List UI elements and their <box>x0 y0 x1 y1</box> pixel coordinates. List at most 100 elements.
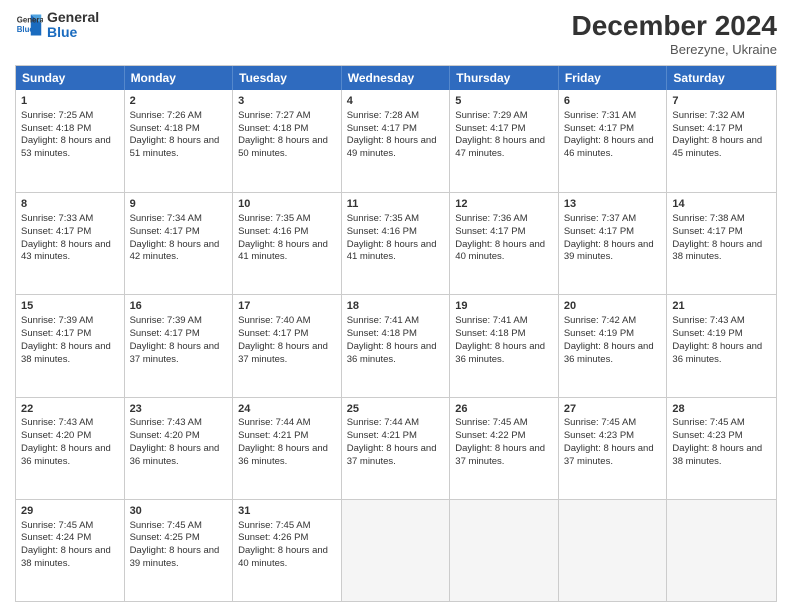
sunset-text: Sunset: 4:18 PM <box>130 123 228 136</box>
calendar-cell: 5Sunrise: 7:29 AMSunset: 4:17 PMDaylight… <box>450 90 559 192</box>
calendar-cell: 31Sunrise: 7:45 AMSunset: 4:26 PMDayligh… <box>233 500 342 601</box>
calendar-cell: 2Sunrise: 7:26 AMSunset: 4:18 PMDaylight… <box>125 90 234 192</box>
logo-text-general: General <box>47 10 99 25</box>
daylight-text: Daylight: 8 hours and 36 minutes. <box>455 341 553 367</box>
day-number: 10 <box>238 197 336 212</box>
calendar-cell: 22Sunrise: 7:43 AMSunset: 4:20 PMDayligh… <box>16 398 125 499</box>
day-number: 19 <box>455 299 553 314</box>
daylight-text: Daylight: 8 hours and 37 minutes. <box>564 443 662 469</box>
calendar-cell: 4Sunrise: 7:28 AMSunset: 4:17 PMDaylight… <box>342 90 451 192</box>
day-header-sunday: Sunday <box>16 66 125 90</box>
calendar-cell: 18Sunrise: 7:41 AMSunset: 4:18 PMDayligh… <box>342 295 451 396</box>
daylight-text: Daylight: 8 hours and 38 minutes. <box>21 545 119 571</box>
sunset-text: Sunset: 4:17 PM <box>455 226 553 239</box>
sunrise-text: Sunrise: 7:36 AM <box>455 213 553 226</box>
sunrise-text: Sunrise: 7:44 AM <box>238 417 336 430</box>
day-number: 17 <box>238 299 336 314</box>
daylight-text: Daylight: 8 hours and 38 minutes. <box>21 341 119 367</box>
day-number: 24 <box>238 402 336 417</box>
calendar-cell <box>667 500 776 601</box>
day-number: 16 <box>130 299 228 314</box>
calendar-row: 15Sunrise: 7:39 AMSunset: 4:17 PMDayligh… <box>16 294 776 396</box>
calendar-cell: 13Sunrise: 7:37 AMSunset: 4:17 PMDayligh… <box>559 193 668 294</box>
sunset-text: Sunset: 4:17 PM <box>21 328 119 341</box>
sunset-text: Sunset: 4:17 PM <box>564 123 662 136</box>
sunrise-text: Sunrise: 7:34 AM <box>130 213 228 226</box>
day-number: 29 <box>21 504 119 519</box>
day-header-wednesday: Wednesday <box>342 66 451 90</box>
calendar-cell: 26Sunrise: 7:45 AMSunset: 4:22 PMDayligh… <box>450 398 559 499</box>
sunrise-text: Sunrise: 7:45 AM <box>455 417 553 430</box>
sunset-text: Sunset: 4:17 PM <box>130 226 228 239</box>
day-header-tuesday: Tuesday <box>233 66 342 90</box>
calendar-cell: 16Sunrise: 7:39 AMSunset: 4:17 PMDayligh… <box>125 295 234 396</box>
calendar-body: 1Sunrise: 7:25 AMSunset: 4:18 PMDaylight… <box>16 90 776 601</box>
calendar-cell: 29Sunrise: 7:45 AMSunset: 4:24 PMDayligh… <box>16 500 125 601</box>
daylight-text: Daylight: 8 hours and 36 minutes. <box>347 341 445 367</box>
day-header-friday: Friday <box>559 66 668 90</box>
day-number: 12 <box>455 197 553 212</box>
day-number: 5 <box>455 94 553 109</box>
sunrise-text: Sunrise: 7:35 AM <box>347 213 445 226</box>
day-number: 7 <box>672 94 771 109</box>
header: General Blue General Blue December 2024 … <box>15 10 777 57</box>
calendar-cell: 27Sunrise: 7:45 AMSunset: 4:23 PMDayligh… <box>559 398 668 499</box>
calendar-cell: 11Sunrise: 7:35 AMSunset: 4:16 PMDayligh… <box>342 193 451 294</box>
daylight-text: Daylight: 8 hours and 49 minutes. <box>347 135 445 161</box>
sunset-text: Sunset: 4:23 PM <box>672 430 771 443</box>
sunset-text: Sunset: 4:16 PM <box>238 226 336 239</box>
day-number: 23 <box>130 402 228 417</box>
sunrise-text: Sunrise: 7:38 AM <box>672 213 771 226</box>
day-header-thursday: Thursday <box>450 66 559 90</box>
daylight-text: Daylight: 8 hours and 50 minutes. <box>238 135 336 161</box>
sunrise-text: Sunrise: 7:35 AM <box>238 213 336 226</box>
calendar-cell: 12Sunrise: 7:36 AMSunset: 4:17 PMDayligh… <box>450 193 559 294</box>
day-header-monday: Monday <box>125 66 234 90</box>
daylight-text: Daylight: 8 hours and 51 minutes. <box>130 135 228 161</box>
sunset-text: Sunset: 4:21 PM <box>238 430 336 443</box>
calendar-cell: 1Sunrise: 7:25 AMSunset: 4:18 PMDaylight… <box>16 90 125 192</box>
logo-text-blue: Blue <box>47 25 99 40</box>
daylight-text: Daylight: 8 hours and 40 minutes. <box>455 239 553 265</box>
sunset-text: Sunset: 4:17 PM <box>347 123 445 136</box>
calendar-cell <box>342 500 451 601</box>
sunset-text: Sunset: 4:17 PM <box>238 328 336 341</box>
calendar-cell: 30Sunrise: 7:45 AMSunset: 4:25 PMDayligh… <box>125 500 234 601</box>
calendar-row: 29Sunrise: 7:45 AMSunset: 4:24 PMDayligh… <box>16 499 776 601</box>
calendar-cell: 28Sunrise: 7:45 AMSunset: 4:23 PMDayligh… <box>667 398 776 499</box>
day-header-saturday: Saturday <box>667 66 776 90</box>
daylight-text: Daylight: 8 hours and 39 minutes. <box>564 239 662 265</box>
sunrise-text: Sunrise: 7:45 AM <box>672 417 771 430</box>
day-number: 20 <box>564 299 662 314</box>
sunrise-text: Sunrise: 7:28 AM <box>347 110 445 123</box>
sunset-text: Sunset: 4:17 PM <box>455 123 553 136</box>
sunset-text: Sunset: 4:18 PM <box>238 123 336 136</box>
sunrise-text: Sunrise: 7:39 AM <box>21 315 119 328</box>
sunrise-text: Sunrise: 7:32 AM <box>672 110 771 123</box>
sunrise-text: Sunrise: 7:45 AM <box>564 417 662 430</box>
logo-icon: General Blue <box>15 11 43 39</box>
calendar-cell: 23Sunrise: 7:43 AMSunset: 4:20 PMDayligh… <box>125 398 234 499</box>
calendar-cell: 15Sunrise: 7:39 AMSunset: 4:17 PMDayligh… <box>16 295 125 396</box>
sunset-text: Sunset: 4:23 PM <box>564 430 662 443</box>
sunset-text: Sunset: 4:18 PM <box>21 123 119 136</box>
sunrise-text: Sunrise: 7:41 AM <box>347 315 445 328</box>
sunset-text: Sunset: 4:26 PM <box>238 532 336 545</box>
day-number: 26 <box>455 402 553 417</box>
daylight-text: Daylight: 8 hours and 53 minutes. <box>21 135 119 161</box>
logo: General Blue General Blue <box>15 10 99 41</box>
sunrise-text: Sunrise: 7:39 AM <box>130 315 228 328</box>
daylight-text: Daylight: 8 hours and 41 minutes. <box>347 239 445 265</box>
calendar-cell: 6Sunrise: 7:31 AMSunset: 4:17 PMDaylight… <box>559 90 668 192</box>
sunrise-text: Sunrise: 7:27 AM <box>238 110 336 123</box>
day-number: 31 <box>238 504 336 519</box>
daylight-text: Daylight: 8 hours and 36 minutes. <box>564 341 662 367</box>
daylight-text: Daylight: 8 hours and 36 minutes. <box>21 443 119 469</box>
daylight-text: Daylight: 8 hours and 47 minutes. <box>455 135 553 161</box>
sunrise-text: Sunrise: 7:37 AM <box>564 213 662 226</box>
daylight-text: Daylight: 8 hours and 45 minutes. <box>672 135 771 161</box>
day-number: 30 <box>130 504 228 519</box>
sunset-text: Sunset: 4:24 PM <box>21 532 119 545</box>
title-block: December 2024 Berezyne, Ukraine <box>572 10 777 57</box>
daylight-text: Daylight: 8 hours and 36 minutes. <box>238 443 336 469</box>
